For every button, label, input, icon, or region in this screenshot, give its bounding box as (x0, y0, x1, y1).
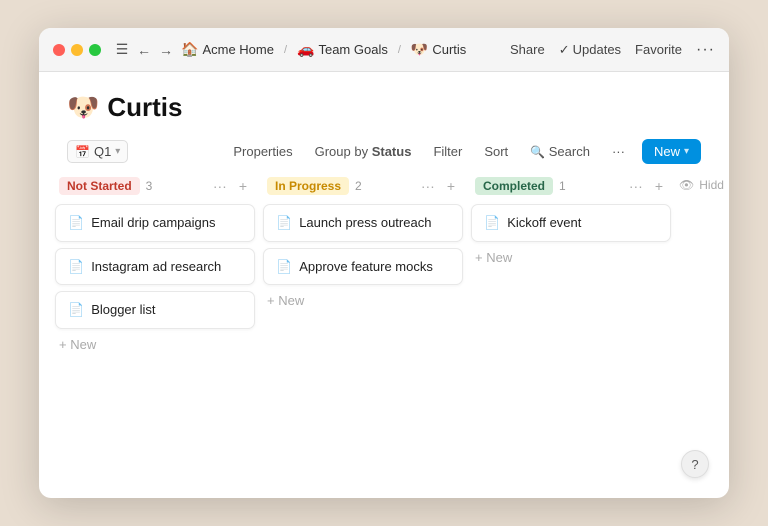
help-button[interactable]: ? (681, 450, 709, 478)
team-goals-emoji: 🚗 (297, 41, 314, 58)
column-count-not-started: 3 (146, 179, 153, 193)
breadcrumb-sep-2: / (398, 44, 401, 56)
back-button[interactable]: ← (133, 39, 155, 61)
group-by-button[interactable]: Group by Status (310, 141, 417, 162)
search-button[interactable]: 🔍 Search (525, 141, 595, 162)
acme-home-label: Acme Home (202, 42, 274, 57)
q1-filter[interactable]: 📅 Q1 ▾ (67, 140, 128, 163)
column-add-c[interactable]: + (651, 176, 667, 196)
search-icon: 🔍 (530, 145, 545, 159)
page-emoji: 🐶 (67, 92, 99, 123)
column-count-completed: 1 (559, 179, 566, 193)
column-header-actions-ns: ··· + (209, 176, 251, 196)
traffic-lights (53, 44, 101, 56)
add-new-not-started[interactable]: + New (55, 331, 255, 358)
card-doc-icon: 📄 (68, 259, 84, 275)
close-button[interactable] (53, 44, 65, 56)
card-text: Blogger list (91, 301, 155, 319)
column-add-ip[interactable]: + (443, 176, 459, 196)
status-badge-in-progress: In Progress (267, 177, 349, 195)
column-header-completed: Completed 1 ··· + (471, 176, 671, 196)
maximize-button[interactable] (89, 44, 101, 56)
hidden-column: 👁 Hidd (679, 176, 729, 482)
column-more-c[interactable]: ··· (625, 176, 647, 196)
properties-button[interactable]: Properties (228, 141, 297, 162)
filter-button[interactable]: Filter (428, 141, 467, 162)
page-title: 🐶 Curtis (67, 92, 701, 123)
status-badge-completed: Completed (475, 177, 553, 195)
column-in-progress: In Progress 2 ··· + 📄 Launch press outre… (263, 176, 463, 482)
content-area: 🐶 Curtis 📅 Q1 ▾ Properties Group by Stat… (39, 72, 729, 498)
group-by-value: Status (372, 144, 412, 159)
card-blogger[interactable]: 📄 Blogger list (55, 291, 255, 329)
card-text: Instagram ad research (91, 258, 221, 276)
favorite-button[interactable]: Favorite (635, 42, 682, 57)
cards-completed: 📄 Kickoff event (471, 204, 671, 242)
column-more-ip[interactable]: ··· (417, 176, 439, 196)
page-title-text: Curtis (107, 92, 182, 123)
column-header-actions-c: ··· + (625, 176, 667, 196)
breadcrumb-sep-1: / (284, 44, 287, 56)
add-new-completed[interactable]: + New (471, 244, 671, 271)
status-badge-not-started: Not Started (59, 177, 140, 195)
cards-in-progress: 📄 Launch press outreach 📄 Approve featur… (263, 204, 463, 285)
card-text: Approve feature mocks (299, 258, 433, 276)
q1-label: Q1 (94, 144, 111, 159)
column-add-ns[interactable]: + (235, 176, 251, 196)
column-header-not-started: Not Started 3 ··· + (55, 176, 255, 196)
breadcrumb-acme-home[interactable]: 🏠 Acme Home (177, 39, 278, 60)
card-kickoff[interactable]: 📄 Kickoff event (471, 204, 671, 242)
card-doc-icon: 📄 (68, 215, 84, 231)
card-launch-press[interactable]: 📄 Launch press outreach (263, 204, 463, 242)
team-goals-label: Team Goals (318, 42, 387, 57)
hidden-col-header: 👁 Hidd (679, 178, 724, 192)
page-header: 🐶 Curtis (39, 72, 729, 135)
card-text: Email drip campaigns (91, 214, 215, 232)
card-text: Launch press outreach (299, 214, 431, 232)
sort-button[interactable]: Sort (479, 141, 513, 162)
forward-button[interactable]: → (155, 39, 177, 61)
column-not-started: Not Started 3 ··· + 📄 Email drip campaig… (55, 176, 255, 482)
breadcrumb: 🏠 Acme Home / 🚗 Team Goals / 🐶 Curtis (177, 39, 510, 60)
minimize-button[interactable] (71, 44, 83, 56)
card-doc-icon: 📄 (276, 259, 292, 275)
share-button[interactable]: Share (510, 42, 545, 57)
more-options-button[interactable]: ··· (696, 41, 715, 59)
card-text: Kickoff event (507, 214, 581, 232)
card-email-drip[interactable]: 📄 Email drip campaigns (55, 204, 255, 242)
card-doc-icon: 📄 (484, 215, 500, 231)
updates-button[interactable]: ✓ Updates (559, 42, 621, 58)
add-new-in-progress[interactable]: + New (263, 287, 463, 314)
titlebar-actions: Share ✓ Updates Favorite ··· (510, 41, 715, 59)
hidden-label: Hidd (699, 178, 724, 192)
cards-not-started: 📄 Email drip campaigns 📄 Instagram ad re… (55, 204, 255, 329)
filter-chevron: ▾ (115, 146, 120, 157)
toolbar-actions: Properties Group by Status Filter Sort 🔍… (228, 139, 701, 164)
new-button-chevron: ▾ (684, 146, 689, 157)
column-count-in-progress: 2 (355, 179, 362, 193)
toolbar-more-button[interactable]: ··· (607, 141, 630, 162)
breadcrumb-curtis[interactable]: 🐶 Curtis (407, 39, 470, 60)
titlebar: ☰ ← → 🏠 Acme Home / 🚗 Team Goals / 🐶 Cur… (39, 28, 729, 72)
hamburger-icon[interactable]: ☰ (111, 39, 133, 61)
card-doc-icon: 📄 (68, 302, 84, 318)
curtis-emoji: 🐶 (411, 41, 428, 58)
curtis-label: Curtis (432, 42, 466, 57)
board: Not Started 3 ··· + 📄 Email drip campaig… (39, 172, 729, 498)
calendar-icon: 📅 (75, 145, 90, 159)
hidden-icon: 👁 (679, 178, 694, 192)
column-more-ns[interactable]: ··· (209, 176, 231, 196)
card-approve-feature[interactable]: 📄 Approve feature mocks (263, 248, 463, 286)
column-header-in-progress: In Progress 2 ··· + (263, 176, 463, 196)
breadcrumb-team-goals[interactable]: 🚗 Team Goals (293, 39, 392, 60)
card-doc-icon: 📄 (276, 215, 292, 231)
acme-home-emoji: 🏠 (181, 41, 198, 58)
column-header-actions-ip: ··· + (417, 176, 459, 196)
new-button[interactable]: New ▾ (642, 139, 701, 164)
card-instagram[interactable]: 📄 Instagram ad research (55, 248, 255, 286)
column-completed: Completed 1 ··· + 📄 Kickoff event + (471, 176, 671, 482)
toolbar: 📅 Q1 ▾ Properties Group by Status Filter… (39, 135, 729, 172)
